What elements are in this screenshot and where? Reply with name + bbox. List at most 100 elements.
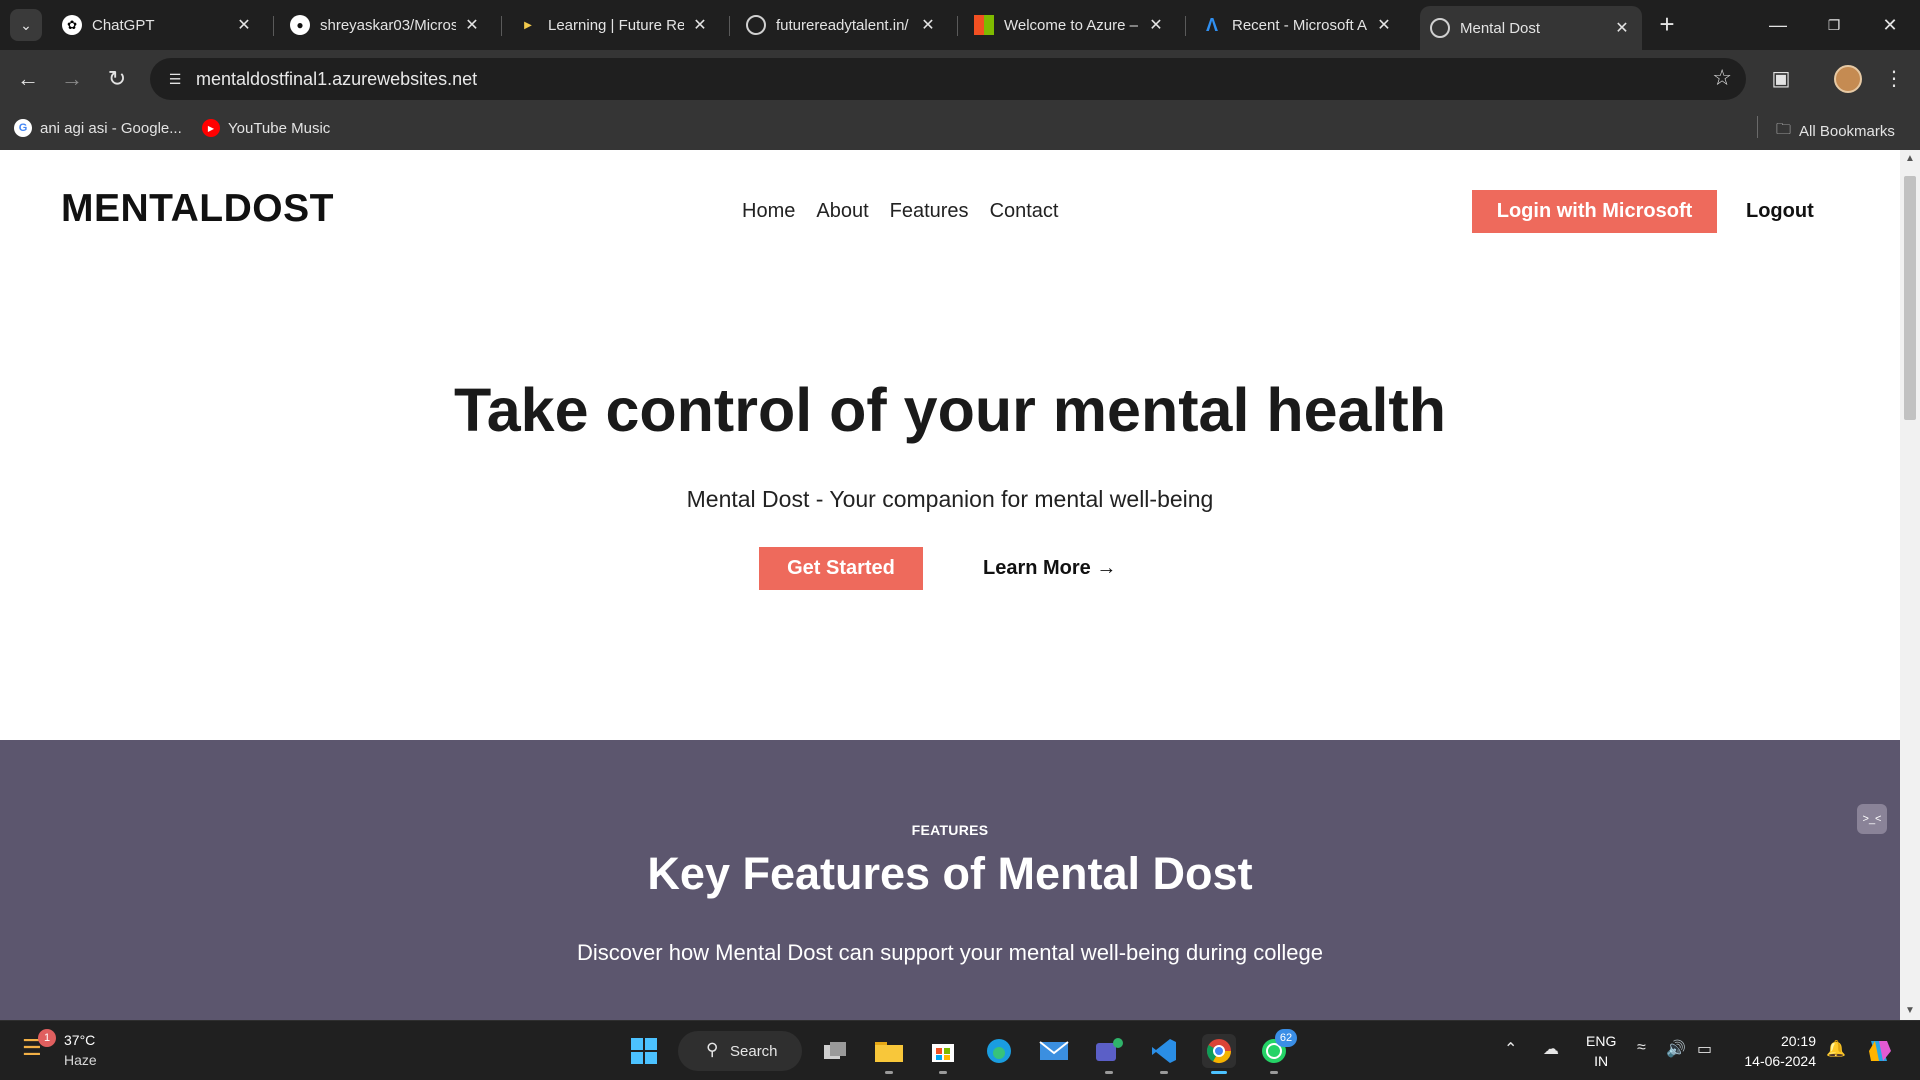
running-indicator [1160,1071,1168,1074]
nav-home[interactable]: Home [742,200,795,223]
features-subtitle: Discover how Mental Dost can support you… [577,940,1323,965]
language-line1: ENG [1586,1033,1617,1049]
tab-title: Mental Dost [1460,19,1541,37]
profile-avatar[interactable] [1834,65,1862,93]
tab-github[interactable]: ● shreyaskar03/Micros ✕ [280,7,492,43]
restore-button[interactable]: ❐ [1814,8,1854,42]
github-icon: ● [290,15,310,35]
close-icon[interactable]: ✕ [1612,18,1632,38]
close-icon[interactable]: ✕ [462,15,482,35]
tab-title: Welcome to Azure – [1004,16,1138,34]
volume-icon[interactable]: 🔊 [1666,1039,1686,1059]
tab-mental-dost[interactable]: Mental Dost ✕ [1420,6,1642,50]
nav-about[interactable]: About [816,200,868,223]
mail-icon[interactable] [1037,1034,1071,1068]
tab-separator [273,16,274,36]
address-bar[interactable]: ☰ mentaldostfinal1.azurewebsites.net ☆ [150,58,1746,100]
window-close-button[interactable]: ✕ [1870,8,1910,42]
running-indicator [1105,1071,1113,1074]
task-view-icon[interactable] [818,1034,852,1068]
globe-icon [746,15,766,35]
hero-title: Take control of your mental health [454,376,1446,444]
features-kicker: FEATURES [911,822,989,838]
main-nav: Home About Features Contact [742,200,1059,223]
nav-contact[interactable]: Contact [990,200,1059,223]
bookmark-google[interactable]: G ani agi asi - Google... [14,119,182,137]
chevron-up-icon[interactable]: ⌃ [1504,1039,1517,1059]
tab-title: ChatGPT [92,16,155,34]
all-bookmarks[interactable]: 🗀 All Bookmarks [1776,119,1895,144]
hero-subtitle: Mental Dost - Your companion for mental … [686,486,1214,512]
learn-more-link[interactable]: Learn More → [983,557,1116,580]
back-button[interactable]: ← [12,63,44,95]
active-indicator [1211,1071,1227,1074]
taskbar-search[interactable]: ⚲ Search [678,1031,802,1071]
copilot-icon[interactable] [1862,1034,1896,1068]
new-tab-button[interactable]: + [1652,10,1682,40]
chrome-icon[interactable] [1202,1034,1236,1068]
bookmark-label: YouTube Music [228,119,331,137]
extensions-icon[interactable]: ▣ [1765,63,1797,95]
tab-azure-recent[interactable]: Λ Recent - Microsoft A ✕ [1192,7,1404,43]
system-clock[interactable]: 20:19 14-06-2024 [1740,1031,1816,1071]
close-icon[interactable]: ✕ [1374,15,1394,35]
input-language[interactable]: ENG IN [1586,1031,1616,1071]
language-line2: IN [1594,1053,1609,1069]
battery-icon[interactable]: ▭ [1697,1039,1712,1059]
bookmarks-bar: G ani agi asi - Google... ▶ YouTube Musi… [0,108,1920,150]
site-info-icon[interactable]: ☰ [160,64,190,94]
weather-condition[interactable]: Haze [64,1052,97,1068]
browser-toolbar: ← → ↻ ☰ mentaldostfinal1.azurewebsites.n… [0,50,1920,108]
tab-search-button[interactable]: ⌄ [10,9,42,41]
chevron-down-icon: ⌄ [20,16,32,33]
file-explorer-icon[interactable] [872,1034,906,1068]
nav-features[interactable]: Features [890,200,969,223]
vscode-icon[interactable] [1147,1034,1181,1068]
forward-button[interactable]: → [56,63,88,95]
running-indicator [939,1071,947,1074]
running-indicator [1270,1071,1278,1074]
get-started-button[interactable]: Get Started [759,547,923,590]
page-viewport: MENTALDOST Home About Features Contact L… [0,150,1900,1020]
scroll-down-icon[interactable]: ▼ [1900,1002,1920,1020]
onedrive-icon[interactable]: ☁ [1543,1039,1559,1059]
url-text[interactable]: mentaldostfinal1.azurewebsites.net [196,69,477,90]
tab-azure-welcome[interactable]: Welcome to Azure – ✕ [964,7,1176,43]
close-icon[interactable]: ✕ [690,15,710,35]
login-with-microsoft-button[interactable]: Login with Microsoft [1472,190,1717,233]
bookmark-youtube-music[interactable]: ▶ YouTube Music [202,119,330,137]
close-icon[interactable]: ✕ [234,15,254,35]
microsoft-store-icon[interactable] [926,1034,960,1068]
tab-strip: ⌄ ✿ ChatGPT ✕ ● shreyaskar03/Micros ✕ ▶ … [0,0,1920,50]
scroll-up-icon[interactable]: ▲ [1900,150,1920,168]
minimize-button[interactable]: — [1758,8,1798,42]
features-section: FEATURES Key Features of Mental Dost Dis… [0,740,1900,1020]
notification-bell-icon[interactable]: 🔔 [1826,1039,1846,1059]
tab-title: Recent - Microsoft A [1232,16,1368,34]
reload-button[interactable]: ↻ [101,63,133,95]
tab-learning[interactable]: ▶ Learning | Future Rea ✕ [508,7,720,43]
teams-icon[interactable] [1092,1034,1126,1068]
microsoft-icon [974,15,994,35]
bookmark-star-icon[interactable]: ☆ [1712,65,1732,91]
tab-chatgpt[interactable]: ✿ ChatGPT ✕ [52,7,264,43]
scroll-thumb[interactable] [1904,176,1916,420]
page-scrollbar[interactable]: ▲ ▼ [1900,150,1920,1020]
edge-icon[interactable] [982,1034,1016,1068]
tab-futureready[interactable]: futurereadytalent.in/ ✕ [736,7,948,43]
google-icon: G [14,119,32,137]
windows-start-icon[interactable] [627,1034,661,1068]
site-logo[interactable]: MENTALDOST [61,187,334,231]
tab-separator [501,16,502,36]
menu-dots-icon[interactable]: ⋮ [1878,63,1910,95]
taskbar: ☰ 1 37°C Haze ⚲ Search 62 ⌃ ☁ ENG IN ≈ 🔊… [0,1020,1920,1080]
logout-link[interactable]: Logout [1746,200,1814,223]
tab-title: Learning | Future Rea [548,16,684,34]
clock-time: 20:19 [1780,1033,1816,1049]
wifi-icon[interactable]: ≈ [1637,1039,1646,1057]
floating-widget-icon[interactable]: >_< [1857,804,1887,834]
tab-title: shreyaskar03/Micros [320,16,456,34]
close-icon[interactable]: ✕ [918,15,938,35]
weather-temperature[interactable]: 37°C [64,1032,95,1048]
close-icon[interactable]: ✕ [1146,15,1166,35]
